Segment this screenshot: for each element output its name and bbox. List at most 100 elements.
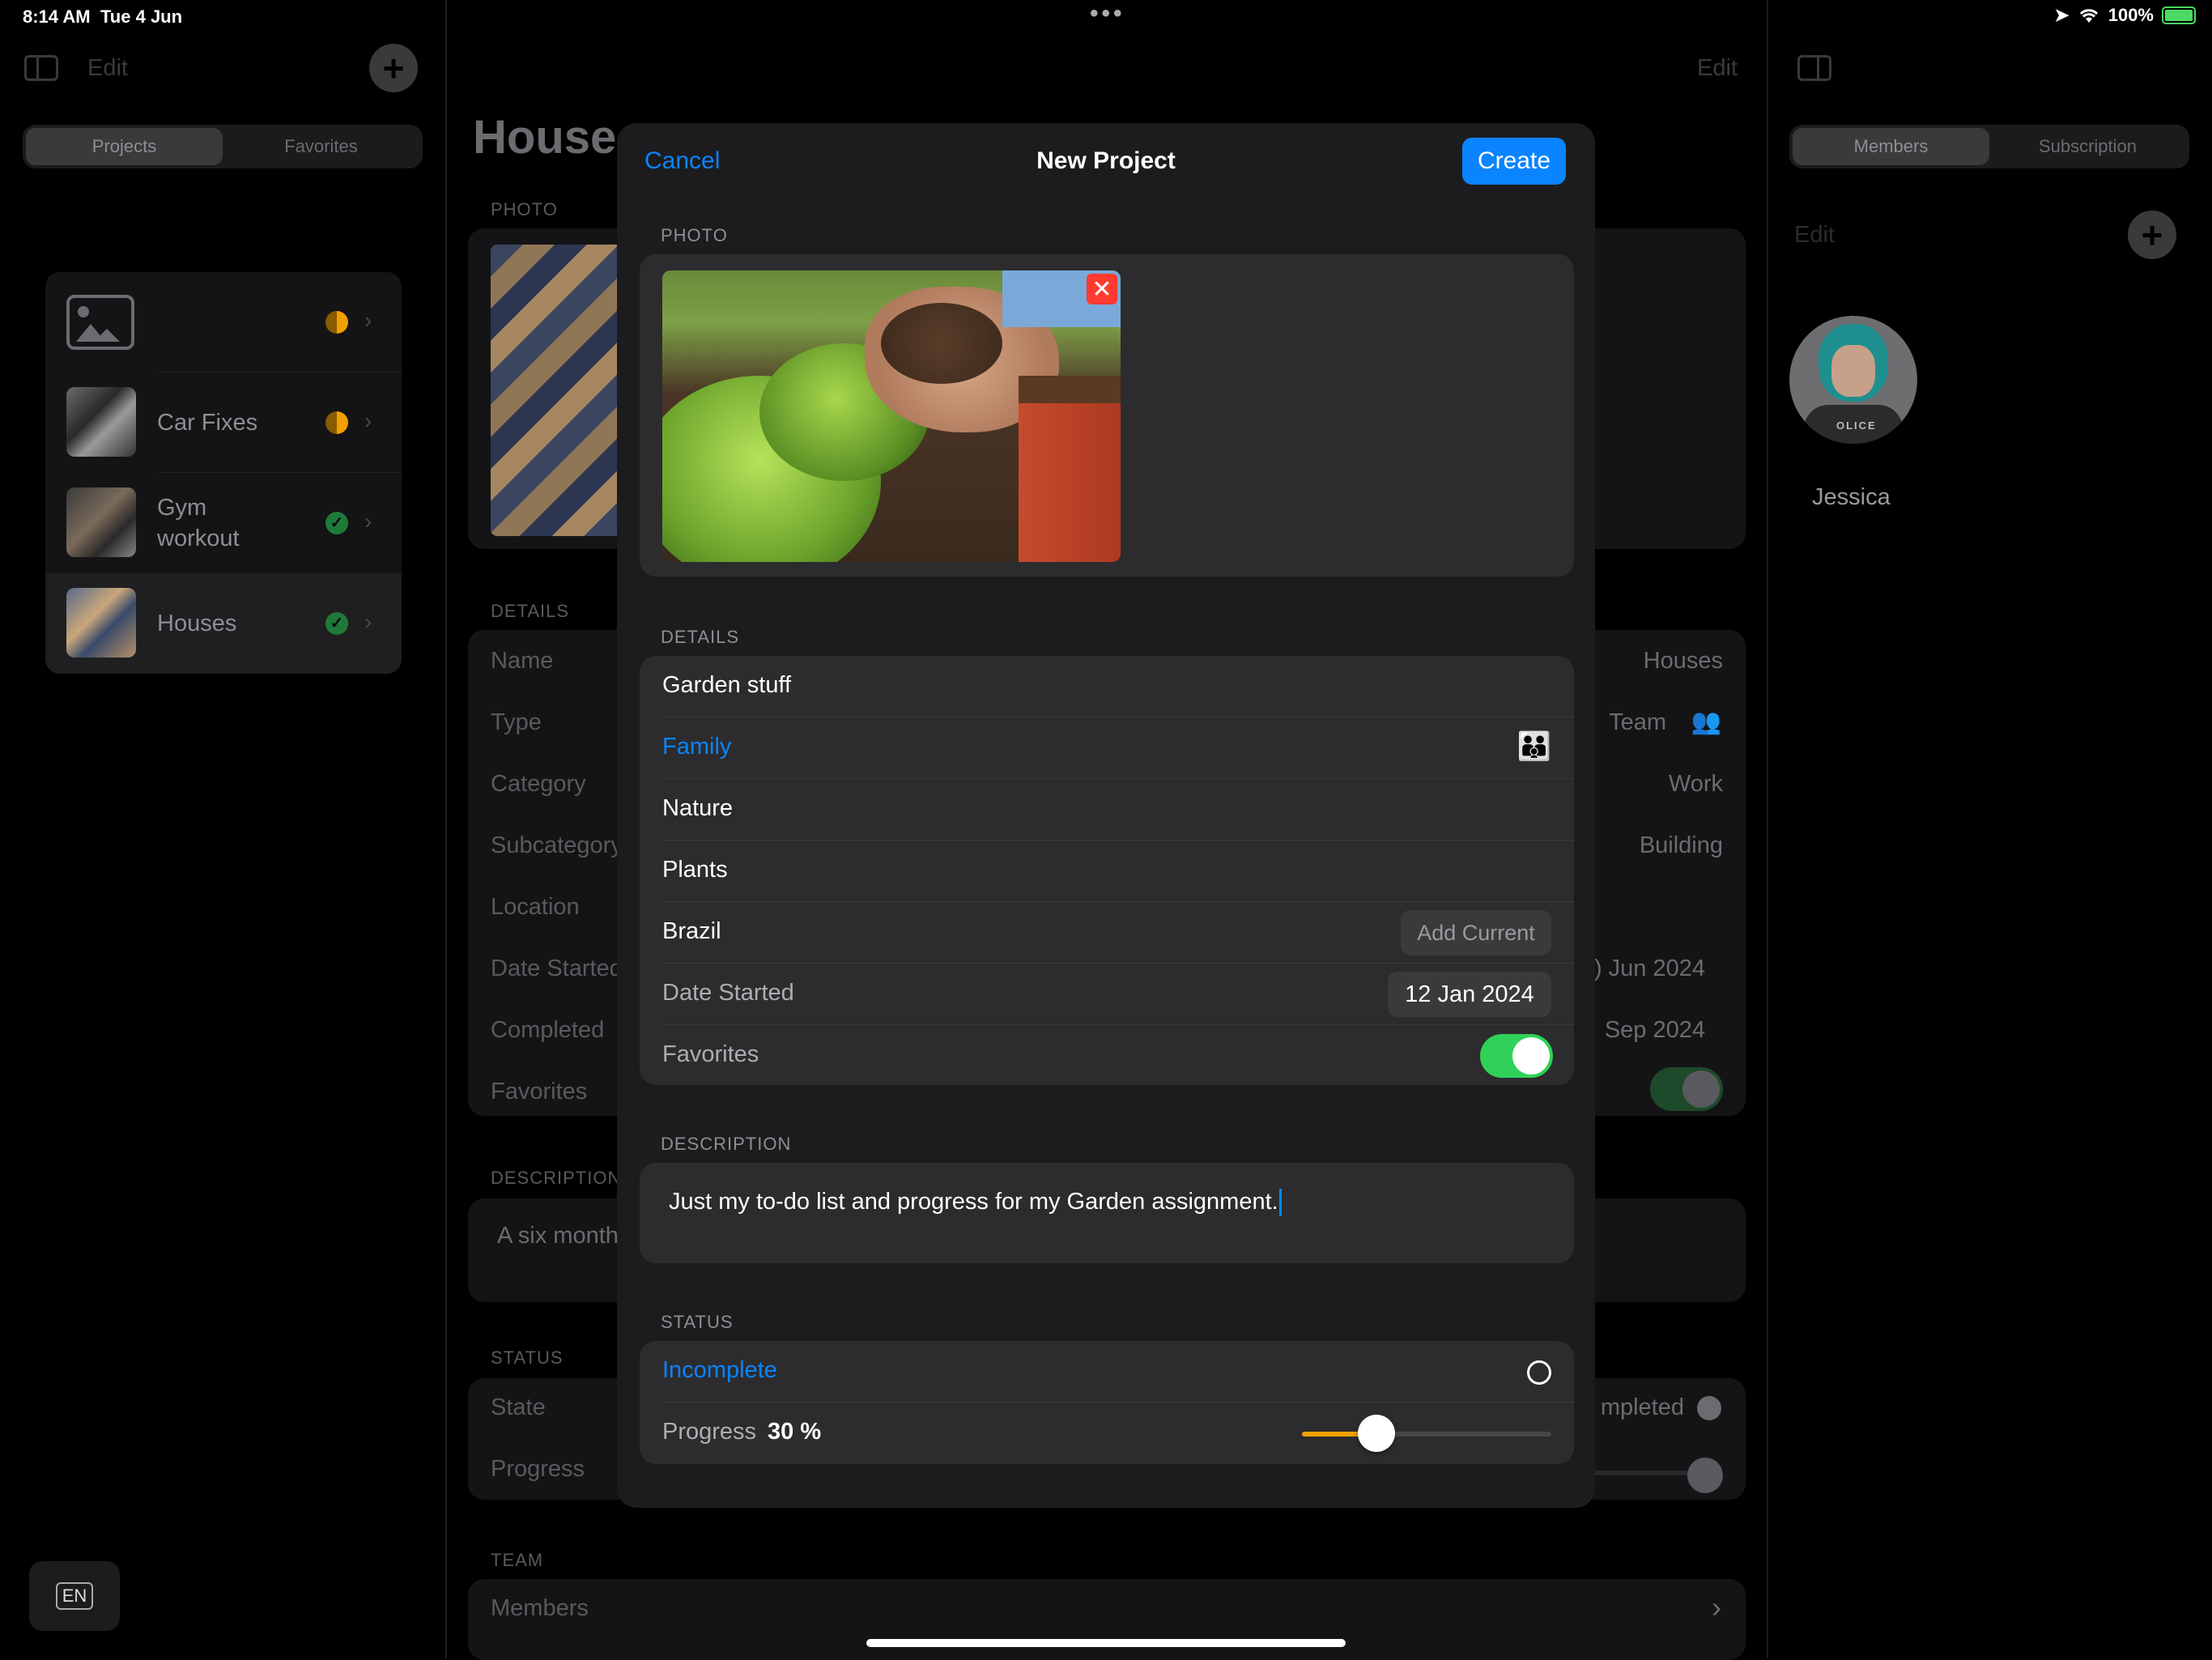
progress-row: Progress 30 % (640, 1402, 1574, 1464)
location-field[interactable]: Brazil (662, 918, 721, 945)
category-label: Category (491, 771, 586, 797)
category-row[interactable]: Nature (640, 779, 1574, 841)
inspector-toggle-icon[interactable] (1797, 55, 1831, 81)
checkmark-circle-icon: ✓ (325, 512, 348, 534)
progress-slider-thumb[interactable] (1687, 1458, 1723, 1493)
team-people-icon: 👥 (1691, 709, 1721, 735)
category-value: Work (1668, 771, 1723, 797)
keyboard-language-button[interactable]: EN (29, 1561, 120, 1631)
details-caption: DETAILS (491, 601, 570, 621)
members-edit-button[interactable]: Edit (1794, 222, 1835, 249)
create-button[interactable]: Create (1462, 138, 1566, 185)
subcategory-value: Building (1639, 832, 1723, 858)
remove-photo-button[interactable]: ✕ (1087, 274, 1117, 304)
half-circle-icon (325, 311, 348, 334)
image-placeholder-icon (66, 295, 134, 350)
inspector-segmented-control[interactable]: Members Subscription (1789, 125, 2189, 168)
chevron-right-icon: › (364, 408, 372, 433)
detail-edit-button[interactable]: Edit (1697, 55, 1738, 82)
house-photo (491, 245, 636, 536)
progress-slider[interactable] (1302, 1415, 1551, 1452)
name-row[interactable]: Garden stuff (640, 656, 1574, 717)
state-picker[interactable]: Incomplete (662, 1357, 777, 1384)
sidebar-toggle-icon[interactable] (24, 55, 58, 81)
segment-projects[interactable]: Projects (26, 128, 223, 165)
garden-photo[interactable] (662, 270, 1121, 562)
sidebar-edit-button[interactable]: Edit (87, 55, 128, 82)
photo-caption: PHOTO (661, 225, 728, 245)
segment-subscription[interactable]: Subscription (1989, 128, 2186, 165)
type-picker[interactable]: Family (662, 734, 731, 760)
family-icon: 👪 (1516, 731, 1551, 762)
photo-caption: PHOTO (491, 199, 558, 219)
state-value: mpleted (1600, 1394, 1684, 1420)
category-field[interactable]: Nature (662, 795, 733, 822)
team-caption: TEAM (491, 1550, 544, 1570)
description-text: Just my to-do list and progress for my G… (669, 1189, 1278, 1215)
checkmark-circle-icon: ✓ (325, 612, 348, 635)
chevron-right-icon: › (364, 609, 372, 634)
name-field[interactable]: Garden stuff (662, 672, 791, 699)
state-dot-icon (1697, 1396, 1721, 1420)
completed-label: Completed (491, 1017, 605, 1043)
details-section: Garden stuff Family 👪 Nature Plants Braz… (640, 656, 1574, 1085)
keyboard-language-label: EN (55, 1582, 94, 1610)
chevron-right-icon[interactable]: › (1712, 1590, 1721, 1624)
segment-favorites[interactable]: Favorites (223, 128, 419, 165)
description-section: Just my to-do list and progress for my G… (640, 1163, 1574, 1263)
battery-percent: 100% (2108, 5, 2154, 25)
list-item[interactable]: Car Fixes › (45, 372, 402, 473)
chevron-right-icon: › (364, 509, 372, 534)
member-name: Jessica (1812, 484, 1891, 510)
projects-segmented-control[interactable]: Projects Favorites (23, 125, 423, 168)
location-row[interactable]: Brazil Add Current (640, 902, 1574, 964)
subcategory-label: Subcategory (491, 832, 623, 858)
state-row[interactable]: Incomplete (640, 1341, 1574, 1402)
date-started-label: Date Started (662, 980, 794, 1006)
status-bar: 8:14 AM Tue 4 Jun ••• ➤ 100% (0, 0, 2212, 36)
progress-label: Progress (491, 1456, 585, 1482)
add-current-location-button[interactable]: Add Current (1401, 910, 1551, 956)
list-item-label: Houses (157, 611, 237, 636)
empty-circle-icon (1527, 1360, 1551, 1385)
state-label: State (491, 1394, 546, 1420)
type-row[interactable]: Family 👪 (640, 717, 1574, 779)
car-thumbnail (66, 387, 136, 457)
photo-section: ✕ (640, 254, 1574, 577)
half-circle-icon (325, 411, 348, 434)
sheet-title: New Project (1036, 147, 1176, 174)
location-label: Location (491, 894, 580, 920)
subcategory-row[interactable]: Plants (640, 841, 1574, 902)
add-member-button[interactable]: + (2128, 211, 2176, 259)
status-caption: STATUS (491, 1347, 564, 1368)
home-indicator[interactable] (866, 1639, 1346, 1647)
list-item[interactable]: Houses ✓ › (45, 573, 402, 674)
description-text: A six month (497, 1223, 619, 1249)
progress-value: 30 % (768, 1419, 822, 1445)
status-caption: STATUS (661, 1312, 734, 1332)
list-item[interactable]: Gym workout ✓ › (45, 473, 402, 573)
progress-slider-thumb[interactable] (1358, 1415, 1396, 1452)
list-item-label: Car Fixes (157, 410, 258, 436)
avatar-badge-text: OLICE (1836, 419, 1877, 432)
list-item-label: Gym workout (157, 495, 240, 551)
team-section: Members › (468, 1579, 1746, 1660)
avatar[interactable]: OLICE (1789, 316, 1917, 444)
favorites-toggle[interactable] (1480, 1034, 1553, 1078)
add-project-button[interactable]: + (369, 44, 418, 92)
favorites-toggle[interactable] (1650, 1067, 1723, 1111)
subcategory-field[interactable]: Plants (662, 857, 728, 883)
wifi-icon (2079, 9, 2098, 23)
gym-thumbnail (66, 487, 136, 557)
segment-members[interactable]: Members (1793, 128, 1989, 165)
location-icon: ➤ (2054, 5, 2069, 25)
description-caption: DESCRIPTION (491, 1168, 622, 1188)
status-indicators: ➤ 100% (2054, 5, 2196, 26)
description-textarea[interactable]: Just my to-do list and progress for my G… (669, 1189, 1282, 1217)
multitasking-dots-icon[interactable]: ••• (1090, 0, 1125, 28)
favorites-label: Favorites (491, 1079, 588, 1105)
favorites-row: Favorites (640, 1025, 1574, 1085)
date-started-picker[interactable]: 12 Jan 2024 (1388, 972, 1551, 1017)
sidebar: Edit + Projects Favorites › Car Fixes › … (0, 36, 445, 1658)
list-item[interactable]: › (45, 272, 402, 372)
